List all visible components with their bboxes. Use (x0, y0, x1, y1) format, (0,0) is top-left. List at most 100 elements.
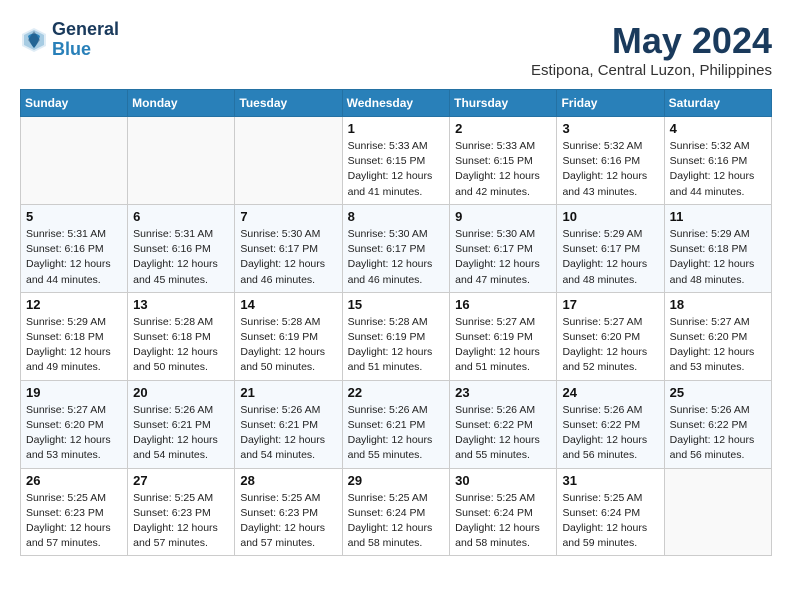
day-info: Sunrise: 5:27 AM Sunset: 6:20 PM Dayligh… (670, 315, 766, 376)
day-info: Sunrise: 5:26 AM Sunset: 6:22 PM Dayligh… (670, 403, 766, 464)
day-number: 22 (348, 385, 445, 400)
day-number: 16 (455, 297, 551, 312)
calendar-week-1: 1 Sunrise: 5:33 AM Sunset: 6:15 PM Daylig… (21, 117, 772, 205)
day-number: 26 (26, 473, 122, 488)
calendar-cell: 14 Sunrise: 5:28 AM Sunset: 6:19 PM Dayli… (235, 292, 342, 380)
day-info: Sunrise: 5:29 AM Sunset: 6:17 PM Dayligh… (562, 227, 658, 288)
day-info: Sunrise: 5:32 AM Sunset: 6:16 PM Dayligh… (670, 139, 766, 200)
title-block: May 2024 Estipona, Central Luzon, Philip… (531, 20, 772, 79)
header-row: Sunday Monday Tuesday Wednesday Thursday… (21, 90, 772, 117)
calendar-cell (664, 468, 771, 556)
calendar-cell (235, 117, 342, 205)
day-info: Sunrise: 5:31 AM Sunset: 6:16 PM Dayligh… (26, 227, 122, 288)
day-info: Sunrise: 5:30 AM Sunset: 6:17 PM Dayligh… (240, 227, 336, 288)
calendar-cell: 19 Sunrise: 5:27 AM Sunset: 6:20 PM Dayli… (21, 380, 128, 468)
calendar-week-4: 19 Sunrise: 5:27 AM Sunset: 6:20 PM Dayli… (21, 380, 772, 468)
day-number: 24 (562, 385, 658, 400)
day-number: 14 (240, 297, 336, 312)
day-info: Sunrise: 5:26 AM Sunset: 6:21 PM Dayligh… (240, 403, 336, 464)
logo: General Blue (20, 20, 119, 60)
day-info: Sunrise: 5:29 AM Sunset: 6:18 PM Dayligh… (26, 315, 122, 376)
day-info: Sunrise: 5:25 AM Sunset: 6:24 PM Dayligh… (562, 491, 658, 552)
day-number: 3 (562, 121, 658, 136)
day-info: Sunrise: 5:30 AM Sunset: 6:17 PM Dayligh… (348, 227, 445, 288)
calendar-cell: 3 Sunrise: 5:32 AM Sunset: 6:16 PM Daylig… (557, 117, 664, 205)
calendar-cell (21, 117, 128, 205)
day-number: 6 (133, 209, 229, 224)
logo-blue: Blue (52, 40, 119, 60)
calendar-cell: 25 Sunrise: 5:26 AM Sunset: 6:22 PM Dayli… (664, 380, 771, 468)
calendar-cell: 22 Sunrise: 5:26 AM Sunset: 6:21 PM Dayli… (342, 380, 450, 468)
col-sunday: Sunday (21, 90, 128, 117)
logo-general: General (52, 20, 119, 40)
calendar-week-3: 12 Sunrise: 5:29 AM Sunset: 6:18 PM Dayli… (21, 292, 772, 380)
col-tuesday: Tuesday (235, 90, 342, 117)
calendar-cell: 6Sunrise: 5:31 AM Sunset: 6:16 PM Daylig… (128, 204, 235, 292)
col-thursday: Thursday (450, 90, 557, 117)
location-subtitle: Estipona, Central Luzon, Philippines (531, 62, 772, 79)
day-number: 12 (26, 297, 122, 312)
calendar-cell: 29Sunrise: 5:25 AM Sunset: 6:24 PM Dayli… (342, 468, 450, 556)
day-info: Sunrise: 5:29 AM Sunset: 6:18 PM Dayligh… (670, 227, 766, 288)
col-wednesday: Wednesday (342, 90, 450, 117)
calendar-cell: 5 Sunrise: 5:31 AM Sunset: 6:16 PM Daylig… (21, 204, 128, 292)
calendar-cell: 20Sunrise: 5:26 AM Sunset: 6:21 PM Dayli… (128, 380, 235, 468)
calendar-cell: 2 Sunrise: 5:33 AM Sunset: 6:15 PM Daylig… (450, 117, 557, 205)
day-info: Sunrise: 5:28 AM Sunset: 6:18 PM Dayligh… (133, 315, 229, 376)
calendar-cell: 10 Sunrise: 5:29 AM Sunset: 6:17 PM Dayli… (557, 204, 664, 292)
day-number: 8 (348, 209, 445, 224)
day-number: 21 (240, 385, 336, 400)
calendar-cell: 26 Sunrise: 5:25 AM Sunset: 6:23 PM Dayli… (21, 468, 128, 556)
calendar-header: Sunday Monday Tuesday Wednesday Thursday… (21, 90, 772, 117)
day-number: 23 (455, 385, 551, 400)
day-number: 17 (562, 297, 658, 312)
calendar-cell: 30 Sunrise: 5:25 AM Sunset: 6:24 PM Dayli… (450, 468, 557, 556)
calendar-cell: 13 Sunrise: 5:28 AM Sunset: 6:18 PM Dayli… (128, 292, 235, 380)
day-number: 7 (240, 209, 336, 224)
day-number: 31 (562, 473, 658, 488)
day-number: 2 (455, 121, 551, 136)
day-number: 15 (348, 297, 445, 312)
day-number: 11 (670, 209, 766, 224)
day-number: 19 (26, 385, 122, 400)
day-number: 13 (133, 297, 229, 312)
calendar-cell: 12 Sunrise: 5:29 AM Sunset: 6:18 PM Dayli… (21, 292, 128, 380)
calendar-cell: 17 Sunrise: 5:27 AM Sunset: 6:20 PM Dayli… (557, 292, 664, 380)
calendar-cell: 11 Sunrise: 5:29 AM Sunset: 6:18 PM Dayli… (664, 204, 771, 292)
calendar-cell: 21 Sunrise: 5:26 AM Sunset: 6:21 PM Dayli… (235, 380, 342, 468)
col-saturday: Saturday (664, 90, 771, 117)
day-info: Sunrise: 5:28 AM Sunset: 6:19 PM Dayligh… (240, 315, 336, 376)
calendar-cell: 28 Sunrise: 5:25 AM Sunset: 6:23 PM Dayli… (235, 468, 342, 556)
calendar-body: 1 Sunrise: 5:33 AM Sunset: 6:15 PM Daylig… (21, 117, 772, 556)
calendar-cell: 9Sunrise: 5:30 AM Sunset: 6:17 PM Daylig… (450, 204, 557, 292)
day-number: 5 (26, 209, 122, 224)
day-info: Sunrise: 5:25 AM Sunset: 6:23 PM Dayligh… (240, 491, 336, 552)
day-info: Sunrise: 5:26 AM Sunset: 6:21 PM Dayligh… (348, 403, 445, 464)
day-number: 10 (562, 209, 658, 224)
calendar-cell: 15Sunrise: 5:28 AM Sunset: 6:19 PM Dayli… (342, 292, 450, 380)
day-number: 28 (240, 473, 336, 488)
day-info: Sunrise: 5:25 AM Sunset: 6:24 PM Dayligh… (455, 491, 551, 552)
day-info: Sunrise: 5:26 AM Sunset: 6:22 PM Dayligh… (562, 403, 658, 464)
calendar-cell: 8 Sunrise: 5:30 AM Sunset: 6:17 PM Daylig… (342, 204, 450, 292)
day-info: Sunrise: 5:33 AM Sunset: 6:15 PM Dayligh… (455, 139, 551, 200)
day-number: 25 (670, 385, 766, 400)
day-number: 30 (455, 473, 551, 488)
calendar-cell: 4 Sunrise: 5:32 AM Sunset: 6:16 PM Daylig… (664, 117, 771, 205)
month-title: May 2024 (531, 20, 772, 62)
day-info: Sunrise: 5:25 AM Sunset: 6:24 PM Dayligh… (348, 491, 445, 552)
day-info: Sunrise: 5:26 AM Sunset: 6:22 PM Dayligh… (455, 403, 551, 464)
day-info: Sunrise: 5:27 AM Sunset: 6:20 PM Dayligh… (562, 315, 658, 376)
day-info: Sunrise: 5:27 AM Sunset: 6:20 PM Dayligh… (26, 403, 122, 464)
day-number: 4 (670, 121, 766, 136)
calendar-cell: 27Sunrise: 5:25 AM Sunset: 6:23 PM Dayli… (128, 468, 235, 556)
day-info: Sunrise: 5:32 AM Sunset: 6:16 PM Dayligh… (562, 139, 658, 200)
logo-icon (20, 26, 48, 54)
day-info: Sunrise: 5:25 AM Sunset: 6:23 PM Dayligh… (26, 491, 122, 552)
calendar-cell: 24 Sunrise: 5:26 AM Sunset: 6:22 PM Dayli… (557, 380, 664, 468)
day-info: Sunrise: 5:30 AM Sunset: 6:17 PM Dayligh… (455, 227, 551, 288)
page-header: General Blue May 2024 Estipona, Central … (20, 20, 772, 79)
calendar-cell: 1Sunrise: 5:33 AM Sunset: 6:15 PM Daylig… (342, 117, 450, 205)
calendar-cell (128, 117, 235, 205)
day-number: 1 (348, 121, 445, 136)
